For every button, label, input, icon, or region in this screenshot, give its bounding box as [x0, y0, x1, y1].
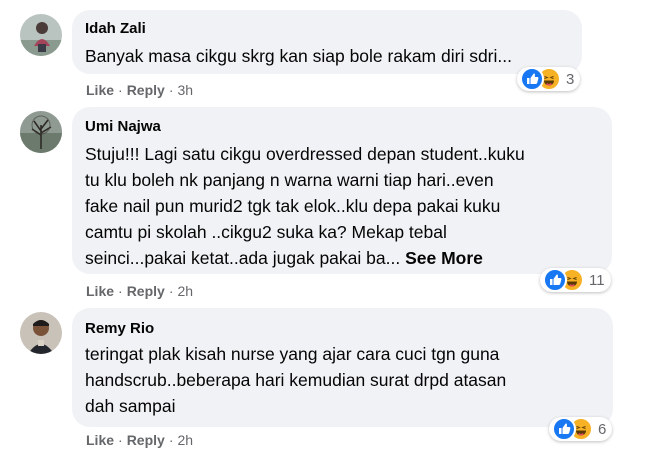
comment-text: Banyak masa cikgu skrg kan siap bole rak… [85, 43, 512, 69]
comment-text: Stuju!!! Lagi satu cikgu overdressed dep… [85, 141, 525, 271]
reply-button[interactable]: Reply [127, 82, 165, 98]
like-button[interactable]: Like [86, 82, 114, 98]
like-icon [552, 417, 576, 441]
comment-author[interactable]: Umi Najwa [85, 118, 161, 135]
comment-text-line-last: seinci...pakai ketat..ada jugak pakai ba… [85, 245, 525, 271]
see-more-link[interactable]: See More [405, 248, 483, 268]
comment-actions: Like · Reply · 3h [86, 82, 193, 98]
avatar[interactable] [20, 312, 62, 354]
like-icon [520, 67, 544, 91]
separator-dot: · [168, 432, 174, 448]
comment-text-line: fake nail pun murid2 tgk tak elok..klu d… [85, 196, 501, 216]
comment-text-truncated: seinci...pakai ketat..ada jugak pakai ba… [85, 248, 401, 268]
comment-text-line: camtu pi skolah ..cikgu2 suka ka? Mekap … [85, 222, 447, 242]
reaction-count: 6 [598, 420, 607, 438]
reaction-count: 3 [566, 70, 575, 88]
comment-text-line: teringat plak kisah nurse yang ajar cara… [85, 344, 500, 364]
comment-author[interactable]: Idah Zali [85, 20, 146, 37]
comment-text-line: dah sampai [85, 396, 176, 416]
separator-dot: · [118, 432, 123, 448]
like-button[interactable]: Like [86, 432, 114, 448]
comment-text-line: Banyak masa cikgu skrg kan siap bole rak… [85, 46, 512, 66]
comment-text-line: handscrub..beberapa hari kemudian surat … [85, 370, 507, 390]
like-button[interactable]: Like [86, 283, 114, 299]
comment-text: teringat plak kisah nurse yang ajar cara… [85, 341, 506, 419]
reply-button[interactable]: Reply [127, 432, 165, 448]
separator-dot: · [118, 283, 123, 299]
comment-text-line: Stuju!!! Lagi satu cikgu overdressed dep… [85, 144, 525, 164]
like-icon [543, 268, 567, 292]
timestamp[interactable]: 2h [177, 283, 193, 299]
comment-actions: Like · Reply · 2h [86, 283, 193, 299]
separator-dot: · [168, 283, 174, 299]
avatar[interactable] [20, 111, 62, 153]
timestamp[interactable]: 3h [177, 82, 193, 98]
timestamp[interactable]: 2h [177, 432, 193, 448]
comment-text-line: tu klu boleh nk panjang n warna warni ti… [85, 170, 494, 190]
separator-dot: · [118, 82, 123, 98]
avatar[interactable] [20, 14, 62, 56]
reply-button[interactable]: Reply [127, 283, 165, 299]
comment-actions: Like · Reply · 2h [86, 432, 193, 448]
reactions-summary[interactable]: 11 [540, 268, 611, 292]
reaction-count: 11 [589, 271, 605, 289]
separator-dot: · [168, 82, 174, 98]
comment-author[interactable]: Remy Rio [85, 320, 154, 337]
reactions-summary[interactable]: 6 [549, 417, 613, 441]
reactions-summary[interactable]: 3 [517, 67, 581, 91]
